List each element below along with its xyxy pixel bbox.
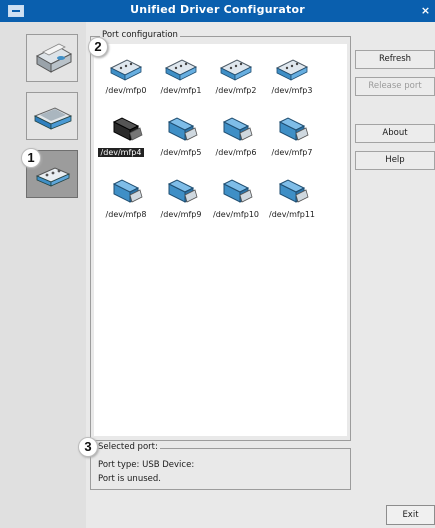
port-type-line: Port type: USB Device: (98, 460, 195, 470)
window-title: Unified Driver Configurator (130, 3, 305, 16)
port-label: /dev/mfp3 (271, 86, 313, 95)
port-item[interactable]: /dev/mfp2 (206, 54, 266, 102)
title-bar: Unified Driver Configurator × (0, 0, 435, 22)
port-item[interactable]: /dev/mfp8 (96, 178, 156, 226)
usb-port-icon (222, 179, 253, 203)
about-button[interactable]: About (355, 124, 435, 143)
usb-port-icon (278, 179, 309, 203)
port-label: /dev/mfp8 (105, 210, 147, 219)
parallel-port-icon (109, 59, 143, 81)
port-label: /dev/mfp9 (160, 210, 202, 219)
port-label: /dev/mfp7 (271, 148, 313, 157)
parallel-port-icon (275, 59, 309, 81)
port-status-line: Port is unused. (98, 474, 161, 484)
usb-port-icon (167, 117, 198, 141)
callout-1: 1 (21, 148, 41, 168)
port-item[interactable]: /dev/mfp11 (262, 178, 322, 226)
sidebar (0, 22, 86, 528)
usb-port-icon (112, 117, 143, 141)
callout-3: 3 (78, 437, 98, 457)
port-item[interactable]: /dev/mfp5 (151, 116, 211, 164)
printer-icon (35, 43, 73, 73)
port-item[interactable]: /dev/mfp9 (151, 178, 211, 226)
port-label: /dev/mfp1 (160, 86, 202, 95)
sidebar-item-scanners[interactable] (26, 92, 78, 140)
port-label: /dev/mfp11 (269, 210, 315, 219)
port-configuration-legend: Port configuration (100, 30, 180, 40)
port-label: /dev/mfp0 (105, 86, 147, 95)
release-port-button[interactable]: Release port (355, 77, 435, 96)
port-label: /dev/mfp10 (213, 210, 259, 219)
help-button[interactable]: Help (355, 151, 435, 170)
port-item[interactable]: /dev/mfp1 (151, 54, 211, 102)
port-list: /dev/mfp0/dev/mfp1/dev/mfp2/dev/mfp3/dev… (94, 44, 347, 436)
scanner-icon (33, 107, 73, 130)
exit-button[interactable]: Exit (386, 505, 435, 525)
parallel-port-icon (219, 59, 253, 81)
refresh-button[interactable]: Refresh (355, 50, 435, 69)
callout-2: 2 (88, 37, 108, 57)
port-item[interactable]: /dev/mfp10 (206, 178, 266, 226)
parallel-port-icon (164, 59, 198, 81)
sidebar-item-printers[interactable] (26, 34, 78, 82)
port-item[interactable]: /dev/mfp7 (262, 116, 322, 164)
port-label: /dev/mfp2 (215, 86, 257, 95)
usb-port-icon (112, 179, 143, 203)
close-button[interactable]: × (419, 3, 432, 18)
port-item[interactable]: /dev/mfp3 (262, 54, 322, 102)
port-item[interactable]: /dev/mfp6 (206, 116, 266, 164)
port-label: /dev/mfp6 (215, 148, 257, 157)
port-item[interactable]: /dev/mfp0 (96, 54, 156, 102)
port-label: /dev/mfp5 (160, 148, 202, 157)
usb-port-icon (167, 179, 198, 203)
port-label: /dev/mfp4 (98, 148, 144, 157)
port-item[interactable]: /dev/mfp4 (96, 116, 156, 164)
selected-port-legend: Selected port: (96, 442, 160, 452)
usb-port-icon (278, 117, 309, 141)
usb-port-icon (222, 117, 253, 141)
